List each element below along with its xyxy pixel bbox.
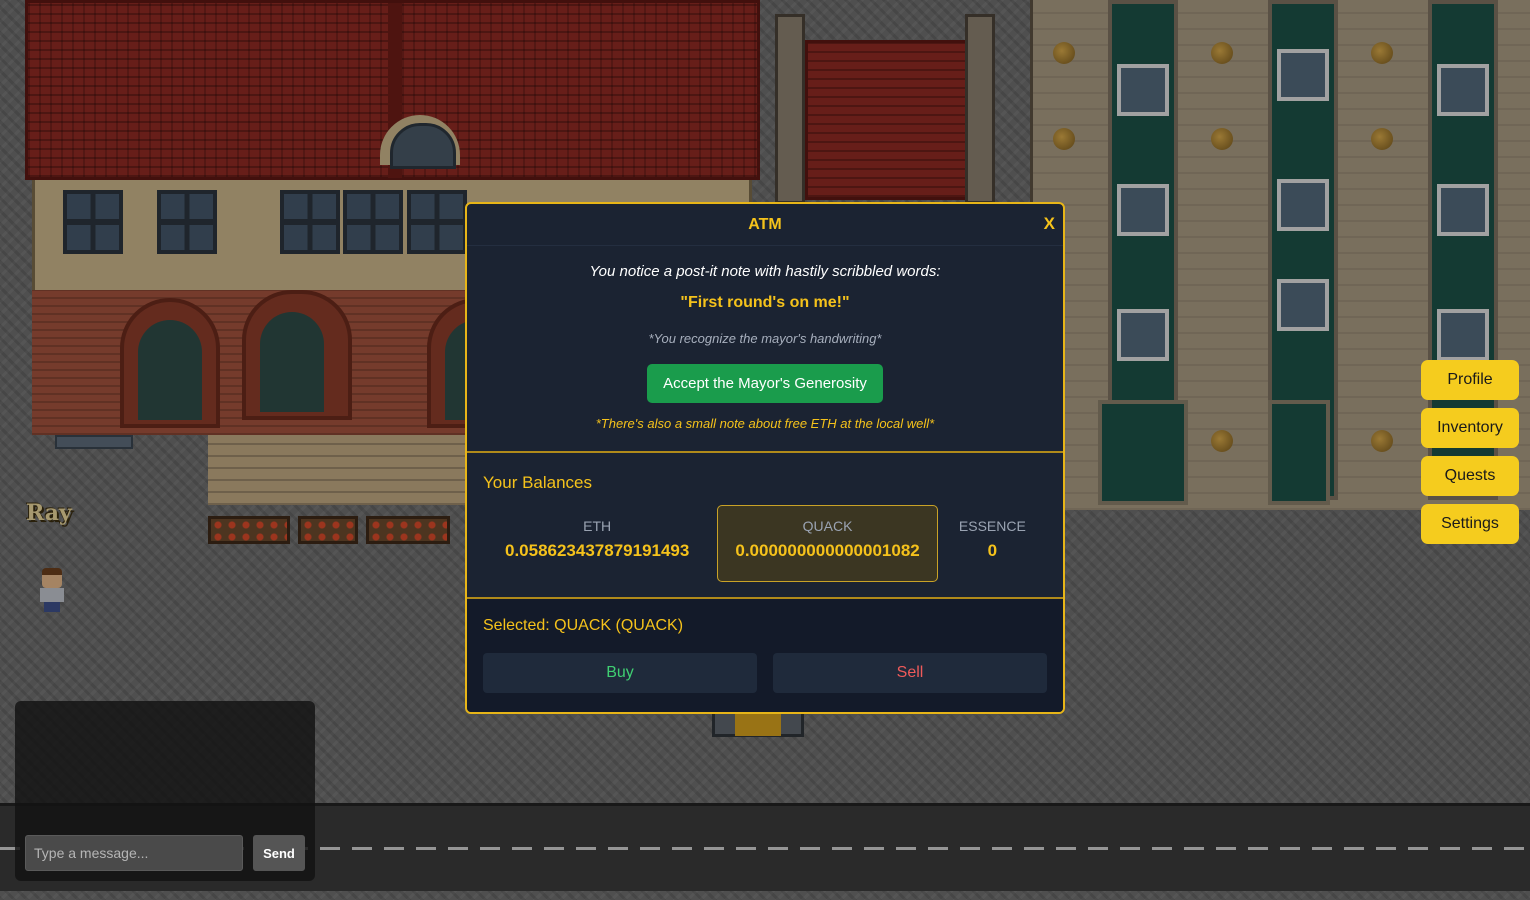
balance-eth[interactable]: ETH 0.058623437879191493 (483, 505, 711, 582)
balances-section: Your Balances ETH 0.058623437879191493 Q… (467, 453, 1063, 599)
note-intro-text: You notice a post-it note with hastily s… (589, 263, 941, 280)
chat-message-input[interactable] (25, 835, 243, 871)
atm-title: ATM (748, 215, 782, 233)
accept-generosity-button[interactable]: Accept the Mayor's Generosity (647, 364, 883, 403)
balance-label: ETH (583, 518, 612, 534)
side-menu: Profile Inventory Quests Settings (1421, 360, 1519, 552)
selected-token-text: Selected: QUACK (QUACK) (483, 617, 684, 634)
atm-header: ATM X (467, 204, 1063, 246)
balance-list: ETH 0.058623437879191493 QUACK 0.0000000… (483, 505, 1047, 582)
note-aside-text: *You recognize the mayor's handwriting* (648, 331, 882, 346)
balance-label: QUACK (802, 518, 853, 534)
balances-title: Your Balances (483, 473, 593, 492)
atm-modal: ATM X You notice a post-it note with has… (465, 202, 1065, 714)
balance-value: 0.000000000000001082 (735, 541, 920, 560)
balance-essence[interactable]: ESSENCE 0 (938, 505, 1047, 582)
balance-value: 0 (987, 541, 998, 560)
send-button[interactable]: Send (253, 835, 305, 871)
balance-value: 0.058623437879191493 (504, 541, 690, 560)
quests-button[interactable]: Quests (1421, 456, 1519, 496)
note-quote-text: "First round's on me!" (680, 294, 850, 311)
close-button[interactable]: X (1044, 214, 1055, 234)
buy-button[interactable]: Buy (483, 653, 757, 693)
chat-panel: Send (15, 701, 315, 881)
inventory-button[interactable]: Inventory (1421, 408, 1519, 448)
post-it-note-section: You notice a post-it note with hastily s… (467, 246, 1063, 453)
sell-button[interactable]: Sell (773, 653, 1047, 693)
well-hint-text: *There's also a small note about free ET… (595, 416, 935, 431)
balance-quack[interactable]: QUACK 0.000000000000001082 (717, 505, 938, 582)
settings-button[interactable]: Settings (1421, 504, 1519, 544)
trade-actions: Buy Sell (483, 653, 1047, 693)
balance-label: ESSENCE (958, 518, 1026, 534)
profile-button[interactable]: Profile (1421, 360, 1519, 400)
trade-section: Selected: QUACK (QUACK) Buy Sell (467, 599, 1063, 712)
